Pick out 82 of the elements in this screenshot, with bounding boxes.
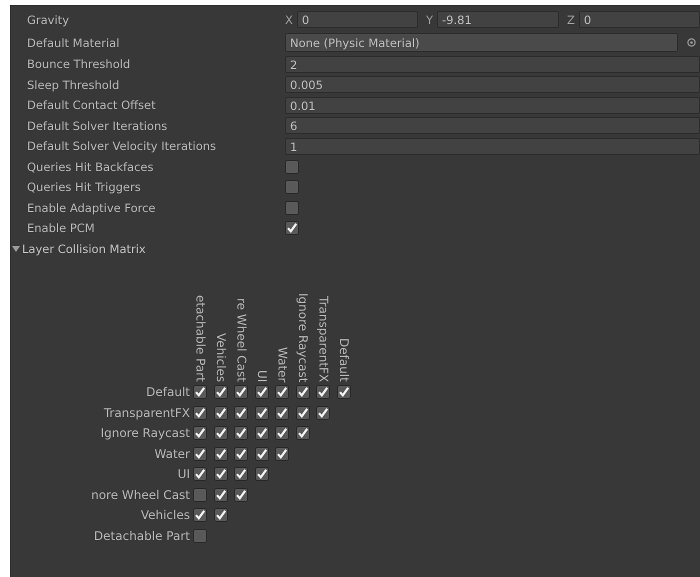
layer-label: Water: [275, 346, 290, 382]
setting-label: Gravity: [26, 12, 70, 26]
foldout-icon[interactable]: [12, 244, 20, 253]
checkbox[interactable]: [254, 406, 269, 420]
setting-label: Queries Hit Triggers: [26, 180, 142, 194]
checkbox[interactable]: [234, 385, 248, 400]
setting-label: Default Solver Iterations: [26, 118, 168, 133]
checkbox[interactable]: [193, 426, 208, 440]
setting-label: Queries Hit Backfaces: [26, 160, 154, 174]
checkbox[interactable]: [296, 426, 310, 440]
setting-label: Sleep Threshold: [26, 78, 120, 92]
checkbox[interactable]: [285, 221, 299, 236]
setting-label: Default Contact Offset: [26, 98, 157, 112]
checkbox[interactable]: [234, 406, 248, 420]
checkbox[interactable]: [214, 446, 228, 461]
axis-label: Z: [567, 12, 575, 26]
checkbox[interactable]: [254, 467, 269, 482]
checkbox[interactable]: [275, 406, 290, 420]
layer-label: nore Wheel Cast: [90, 488, 190, 502]
checkbox[interactable]: [316, 406, 330, 420]
checkbox[interactable]: [254, 426, 269, 440]
number-field[interactable]: -9.81: [437, 11, 559, 28]
layer-label: re Wheel Cast: [234, 298, 248, 382]
checkbox[interactable]: [214, 426, 228, 440]
layer-label: Default: [145, 385, 190, 400]
number-field[interactable]: 0: [296, 11, 418, 28]
layer-label: etachable Part: [193, 295, 208, 382]
checkbox[interactable]: [214, 508, 228, 522]
checkbox[interactable]: [214, 467, 228, 482]
checkbox[interactable]: [193, 406, 208, 420]
section-title[interactable]: Layer Collision Matrix: [22, 242, 146, 256]
layer-label: Detachable Part: [92, 528, 190, 543]
checkbox[interactable]: [275, 426, 290, 440]
checkbox[interactable]: [234, 467, 248, 482]
checkbox[interactable]: [285, 160, 299, 174]
checkbox[interactable]: [214, 488, 228, 502]
layer-label: Ignore Raycast: [100, 426, 190, 440]
setting-label: Bounce Threshold: [26, 57, 132, 72]
number-field[interactable]: 1: [285, 138, 700, 155]
checkbox[interactable]: [254, 385, 269, 400]
number-field[interactable]: 6: [285, 117, 700, 134]
checkbox[interactable]: [234, 426, 248, 440]
checkbox[interactable]: [234, 446, 248, 461]
checkbox[interactable]: [254, 446, 269, 461]
checkbox[interactable]: [193, 446, 208, 461]
number-field[interactable]: 0.005: [285, 76, 700, 94]
checkbox[interactable]: [193, 467, 208, 482]
layer-label: Vehicles: [140, 508, 190, 522]
number-field[interactable]: 0: [578, 11, 700, 28]
layer-label: UI: [176, 467, 190, 482]
layer-label: Default: [336, 338, 351, 382]
checkbox[interactable]: [193, 385, 208, 400]
checkbox[interactable]: [214, 385, 228, 400]
checkbox[interactable]: [193, 488, 208, 502]
layer-label: Vehicles: [214, 332, 228, 382]
object-field[interactable]: None (Physic Material): [285, 33, 678, 52]
checkbox[interactable]: [296, 406, 310, 420]
setting-label: Default Material: [26, 36, 120, 50]
setting-label: Enable PCM: [26, 221, 96, 236]
layer-label: Water: [154, 446, 190, 461]
checkbox[interactable]: [285, 180, 299, 194]
checkbox[interactable]: [234, 488, 248, 502]
checkbox[interactable]: [275, 446, 290, 461]
checkbox[interactable]: [336, 385, 351, 400]
layer-label: Ignore Raycast: [296, 292, 310, 382]
axis-label: X: [285, 12, 293, 26]
object-picker-icon[interactable]: [687, 38, 696, 47]
number-field[interactable]: 0.01: [285, 96, 700, 114]
checkbox[interactable]: [214, 406, 228, 420]
checkbox[interactable]: [275, 385, 290, 400]
checkbox[interactable]: [193, 528, 208, 543]
checkbox[interactable]: [285, 200, 299, 215]
number-field[interactable]: 2: [285, 56, 700, 73]
checkbox[interactable]: [316, 385, 330, 400]
checkbox[interactable]: [193, 508, 208, 522]
axis-label: Y: [426, 12, 434, 26]
setting-label: Enable Adaptive Force: [26, 200, 156, 215]
checkbox[interactable]: [296, 385, 310, 400]
layer-label: TransparentFX: [102, 406, 190, 420]
setting-label: Default Solver Velocity Iterations: [26, 139, 218, 154]
layer-label: TransparentFX: [316, 296, 330, 382]
layer-label: UI: [254, 370, 269, 382]
